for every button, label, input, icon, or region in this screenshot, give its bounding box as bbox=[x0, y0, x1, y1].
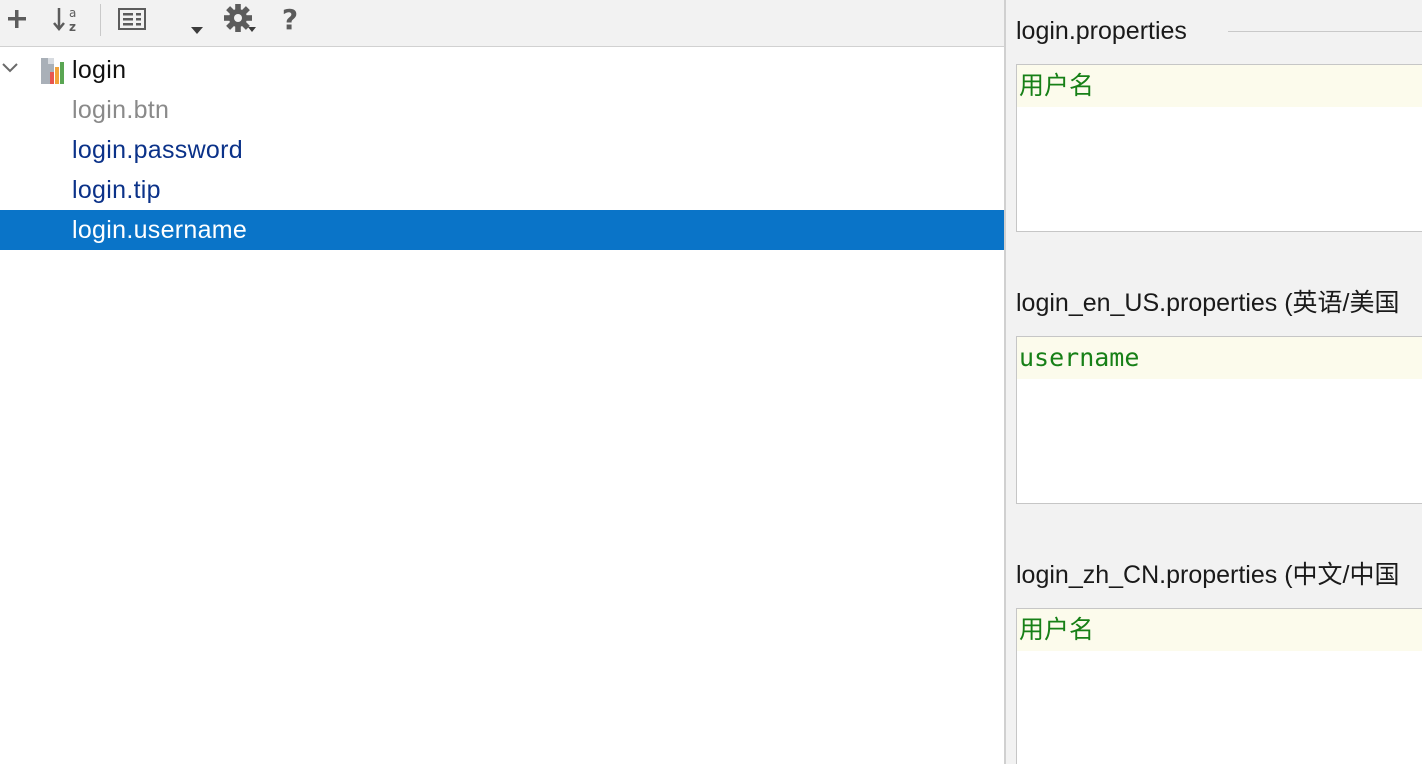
tree-root-row[interactable]: login bbox=[0, 50, 1004, 90]
options-dropdown-button[interactable] bbox=[186, 2, 208, 36]
bundle-keys-panel: a z ? login login.btn login.password log… bbox=[0, 0, 1004, 764]
toolbar: a z ? bbox=[0, 0, 1004, 47]
group-by-button[interactable] bbox=[116, 2, 150, 36]
tree-item-label: login.password bbox=[72, 136, 243, 164]
chevron-down-icon[interactable] bbox=[0, 58, 20, 78]
add-button[interactable] bbox=[2, 2, 32, 36]
editor-title: login_en_US.properties (英语/美国 bbox=[1016, 289, 1400, 317]
translations-panel: login.properties 用户名 login_en_US.propert… bbox=[1006, 0, 1422, 764]
sort-alphabetically-button[interactable]: a z bbox=[50, 2, 84, 36]
editor-title: login.properties bbox=[1016, 17, 1187, 45]
tree-item-label: login.tip bbox=[72, 176, 161, 204]
tree-item-label: login.btn bbox=[72, 96, 170, 124]
editor-value[interactable]: 用户名 bbox=[1019, 614, 1094, 646]
tree-item[interactable]: login.btn bbox=[0, 90, 1004, 130]
tree-item-label: login.username bbox=[72, 216, 248, 244]
editor-title: login_zh_CN.properties (中文/中国 bbox=[1016, 561, 1400, 589]
tree-item[interactable]: login.password bbox=[0, 130, 1004, 170]
toolbar-separator bbox=[100, 4, 101, 36]
tree-item-selected[interactable]: login.username bbox=[0, 210, 1004, 250]
value-editor[interactable]: 用户名 bbox=[1016, 608, 1422, 764]
question-icon: ? bbox=[281, 2, 299, 36]
sort-alphabetically-icon: a z bbox=[53, 6, 76, 34]
editor-value[interactable]: 用户名 bbox=[1019, 70, 1094, 102]
tree-item[interactable]: login.tip bbox=[0, 170, 1004, 210]
resource-bundle-icon bbox=[41, 58, 64, 84]
help-button[interactable]: ? bbox=[274, 2, 306, 36]
group-by-icon bbox=[118, 8, 146, 30]
tree-root-label: login bbox=[72, 56, 127, 84]
value-editor[interactable]: 用户名 bbox=[1016, 64, 1422, 232]
gear-icon bbox=[224, 4, 256, 32]
title-divider bbox=[1228, 31, 1422, 32]
dropdown-arrow-icon bbox=[191, 27, 203, 34]
editor-value[interactable]: username bbox=[1019, 342, 1139, 374]
plus-icon bbox=[8, 10, 26, 28]
svg-text:z: z bbox=[69, 20, 76, 34]
svg-text:a: a bbox=[69, 6, 76, 20]
settings-button[interactable] bbox=[220, 2, 260, 36]
value-editor[interactable]: username bbox=[1016, 336, 1422, 504]
